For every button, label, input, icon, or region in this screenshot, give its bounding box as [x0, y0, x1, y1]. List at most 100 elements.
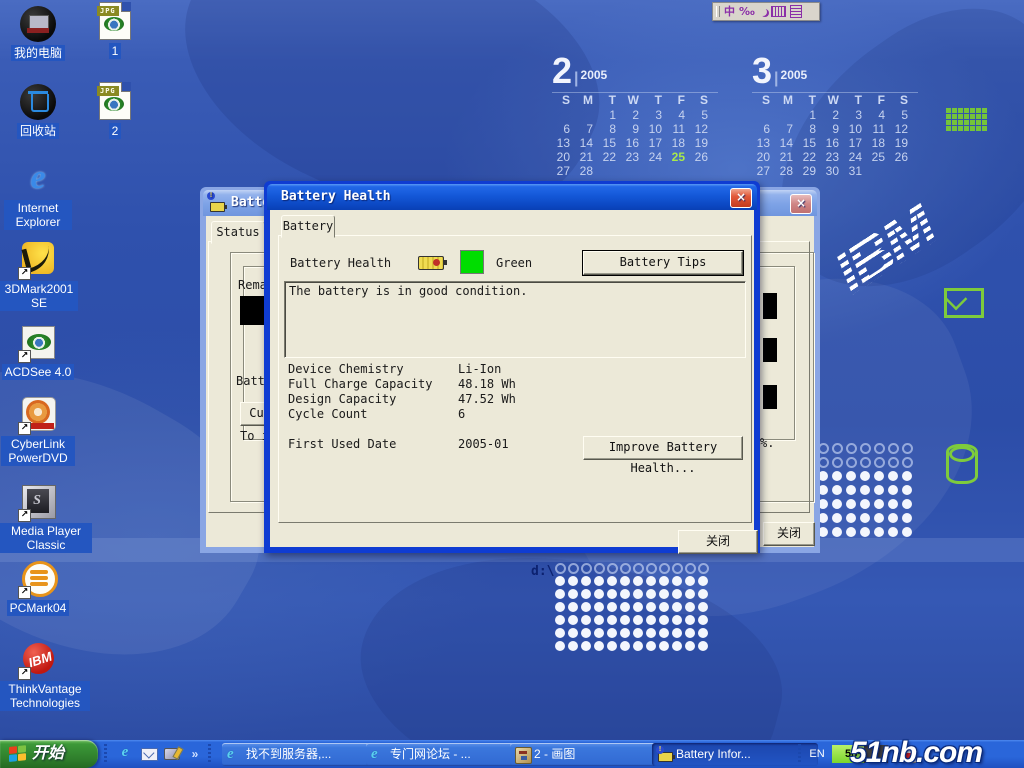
jpg-banner: JPG — [97, 86, 119, 96]
icon-label: 1 — [109, 43, 122, 59]
shortcut-arrow: ↗ — [18, 422, 31, 435]
start-label: 开始 — [32, 745, 64, 762]
task-button-label: Battery Infor... — [676, 747, 751, 761]
taskbar-button-paint[interactable]: 2 - 画图 — [510, 743, 672, 766]
quicklaunch-ie-icon[interactable]: e — [116, 745, 134, 763]
close-button-background-window[interactable]: 关闭 — [763, 522, 815, 546]
calendar-cells: 1234567891011121314151617181920212223242… — [752, 108, 918, 178]
desktop-icon-recycle-bin[interactable]: 回收站 — [0, 84, 76, 140]
taskbar-separator — [798, 744, 801, 764]
ie-icon: e — [227, 747, 242, 762]
close-button-battery-health[interactable]: 关闭 — [678, 530, 758, 554]
battery-icon: ! — [657, 747, 672, 762]
desktop-icon-thinkvantage[interactable]: IBM ↗ ThinkVantage Technologies — [0, 642, 76, 712]
battery-tab-panel — [278, 235, 752, 523]
task-button-label: 2 - 画图 — [534, 747, 575, 761]
windows-flag-icon — [9, 745, 27, 763]
close-button[interactable]: × — [790, 194, 812, 214]
calendar-year: 2005 — [581, 68, 608, 82]
icon-label: Internet Explorer — [4, 200, 72, 230]
calendar-day-headers: SMTWTFS — [552, 93, 718, 108]
taskbar-separator — [208, 744, 211, 764]
desktop-icon-jpg-2[interactable]: JPG 2 — [82, 82, 148, 140]
calendar-day-headers: SMTWTFS — [752, 93, 918, 108]
ime-input-mode[interactable]: 中 — [724, 4, 735, 19]
ime-language-bar[interactable]: 中 ‰ — [712, 2, 820, 21]
task-button-label: 专门网论坛 - ... — [390, 747, 471, 761]
close-button[interactable]: × — [730, 188, 752, 208]
pcmark-icon: ↗ — [20, 561, 56, 597]
shortcut-arrow: ↗ — [18, 509, 31, 522]
ie-icon: e — [20, 161, 56, 197]
taskbar-button-forum[interactable]: e 专门网论坛 - ... — [366, 743, 530, 766]
icon-label: ThinkVantage Technologies — [0, 681, 90, 711]
acdsee-eye-icon — [27, 334, 51, 350]
icon-label: CyberLink PowerDVD — [1, 436, 75, 466]
pixel-grid-icon — [946, 108, 987, 131]
calendar-month: 2 — [552, 56, 572, 86]
ibm-logo: IBM — [821, 161, 1015, 340]
bin-body — [31, 94, 49, 112]
jpg-file-icon: JPG — [99, 82, 131, 120]
icon-label: 我的电脑 — [11, 45, 65, 61]
acdsee-icon: ↗ — [20, 325, 56, 361]
desktop-icon-powerdvd[interactable]: ↗ CyberLink PowerDVD — [0, 397, 76, 467]
taskbar-button-battery-information[interactable]: ! Battery Infor... — [652, 743, 818, 766]
desktop-icon-pcmark04[interactable]: ↗ PCMark04 — [0, 561, 76, 617]
desktop-icon-my-computer[interactable]: 我的电脑 — [0, 6, 76, 62]
task-button-label: 找不到服务器,... — [246, 747, 331, 761]
battery-window-icon: ! — [210, 196, 225, 216]
window-title: Battery Health — [281, 189, 391, 204]
ime-fullwidth-icon[interactable]: ‰ — [739, 4, 755, 19]
paint-icon — [515, 747, 532, 764]
icon-label: Media Player Classic — [0, 523, 92, 553]
51nb-watermark: 51nb.com — [850, 736, 982, 768]
acdsee-eye-icon — [104, 17, 124, 31]
laptop-base — [27, 28, 49, 33]
shortcut-arrow: ↗ — [18, 267, 31, 280]
calendar-year: 2005 — [781, 68, 808, 82]
battery-health-titlebar[interactable]: Battery Health × — [267, 184, 757, 210]
3dmark-icon: ↗ — [20, 242, 56, 278]
taskbar-button-server-not-found[interactable]: e 找不到服务器,... — [222, 743, 386, 766]
desktop-icon-media-player-classic[interactable]: S ↗ Media Player Classic — [0, 484, 76, 554]
tab-battery[interactable]: Battery — [281, 215, 335, 238]
calendar-cells: 1234567891011121314151617181920212223242… — [552, 108, 718, 178]
quicklaunch-chevron-icon[interactable]: » — [186, 745, 204, 763]
quicklaunch-show-desktop-icon[interactable] — [163, 745, 181, 763]
icon-label: PCMark04 — [7, 600, 70, 616]
ime-toolbar-icon[interactable] — [790, 5, 802, 18]
powerdvd-icon: ↗ — [20, 397, 56, 433]
icon-label: 回收站 — [17, 123, 59, 139]
icon-label: 3DMark2001 SE — [0, 281, 78, 311]
cylinder-icon — [946, 444, 978, 484]
envelope-icon — [944, 288, 984, 318]
battery-health-body: Battery Battery Health Green Battery Tip… — [270, 210, 754, 547]
desktop-icon-acdsee[interactable]: ↗ ACDSee 4.0 — [0, 325, 76, 381]
desktop-icon-internet-explorer[interactable]: e Internet Explorer — [0, 161, 76, 231]
desktop-icon-jpg-1[interactable]: JPG 1 — [82, 2, 148, 60]
desktop-icon-3dmark2001[interactable]: ↗ 3DMark2001 SE — [0, 242, 76, 312]
laptop-screen — [29, 15, 49, 29]
calendar-separator: | — [774, 70, 778, 87]
calendar-month: 3 — [752, 56, 772, 86]
shortcut-arrow: ↗ — [18, 667, 31, 680]
ime-grip[interactable] — [716, 6, 720, 17]
icon-label: ACDSee 4.0 — [2, 364, 75, 380]
battery-health-window[interactable]: Battery Health × Battery Battery Health … — [264, 181, 760, 553]
quicklaunch-outlook-icon[interactable] — [140, 745, 158, 763]
calendar-march: 3|2005 SMTWTFS 1234567891011121314151617… — [752, 56, 918, 178]
start-button[interactable]: 开始 — [0, 740, 98, 768]
shortcut-arrow: ↗ — [18, 586, 31, 599]
media-player-classic-icon: S ↗ — [20, 484, 56, 520]
jpg-file-icon: JPG — [99, 2, 131, 40]
jpg-banner: JPG — [97, 6, 119, 16]
calendar-separator: | — [574, 70, 578, 87]
tab-status[interactable]: Status — [211, 221, 265, 244]
acdsee-eye-icon — [104, 97, 124, 111]
ime-keyboard-icon[interactable] — [771, 6, 786, 17]
language-indicator[interactable]: EN — [804, 740, 830, 768]
shortcut-arrow: ↗ — [18, 350, 31, 363]
ime-punctuation-icon[interactable] — [759, 8, 767, 16]
ie-icon: e — [371, 747, 386, 762]
